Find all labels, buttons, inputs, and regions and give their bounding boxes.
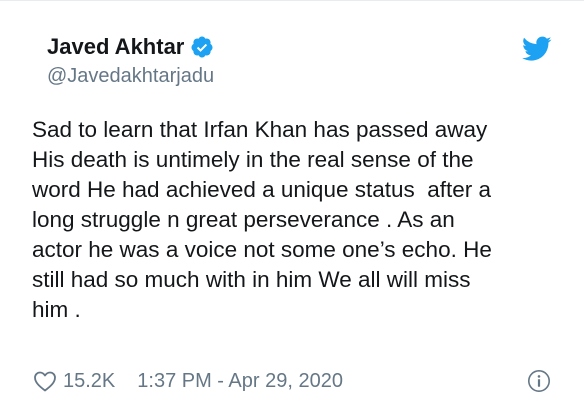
tweet-footer: 15.2K 1:37 PM - Apr 29, 2020 [33, 368, 343, 394]
author-name-row[interactable]: Javed Akhtar [47, 34, 214, 60]
tweet-timestamp[interactable]: 1:37 PM - Apr 29, 2020 [137, 370, 343, 393]
tweet-text-line: His death is untimely in the real sense … [32, 147, 474, 172]
author-name[interactable]: Javed Akhtar [47, 34, 184, 60]
verified-badge-icon [191, 36, 213, 58]
tweet-text: Sad to learn that Irfan Khan has passed … [32, 115, 572, 325]
tweet-text-line: actor he was a voice not some one’s echo… [32, 237, 492, 262]
twitter-bird-icon[interactable] [522, 36, 552, 62]
tweet-text-line: Sad to learn that Irfan Khan has passed … [32, 117, 488, 142]
heart-outline-icon[interactable] [33, 370, 57, 392]
tweet-card: Javed Akhtar @Javedakhtarjadu Sad to lea… [0, 0, 584, 400]
info-circle-icon[interactable] [527, 369, 551, 393]
tweet-text-line: still had so much with in him We all wil… [32, 267, 471, 292]
tweet-text-line: long struggle n great perseverance . As … [32, 207, 455, 232]
like-count[interactable]: 15.2K [63, 370, 115, 393]
tweet-text-line: him . [32, 297, 81, 322]
author-handle[interactable]: @Javedakhtarjadu [47, 65, 214, 88]
tweet-text-line: word He had achieved a unique status aft… [32, 177, 492, 202]
